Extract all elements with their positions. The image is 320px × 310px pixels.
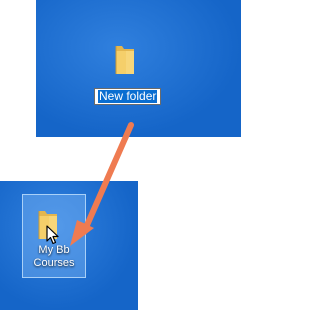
rename-field-value: New folder: [98, 89, 158, 103]
desktop-screenshot-renamed: My Bb Courses: [0, 181, 138, 310]
folder-label: My Bb Courses: [23, 244, 85, 270]
folder-label-line1: My Bb: [38, 244, 70, 256]
mouse-pointer-icon: [46, 225, 60, 245]
folder-icon[interactable]: [114, 42, 136, 76]
desktop-folder-item[interactable]: My Bb Courses: [22, 194, 86, 278]
desktop-screenshot-rename: New folder: [36, 0, 241, 137]
folder-label-line2: Courses: [33, 257, 75, 269]
rename-field[interactable]: New folder: [94, 88, 162, 105]
